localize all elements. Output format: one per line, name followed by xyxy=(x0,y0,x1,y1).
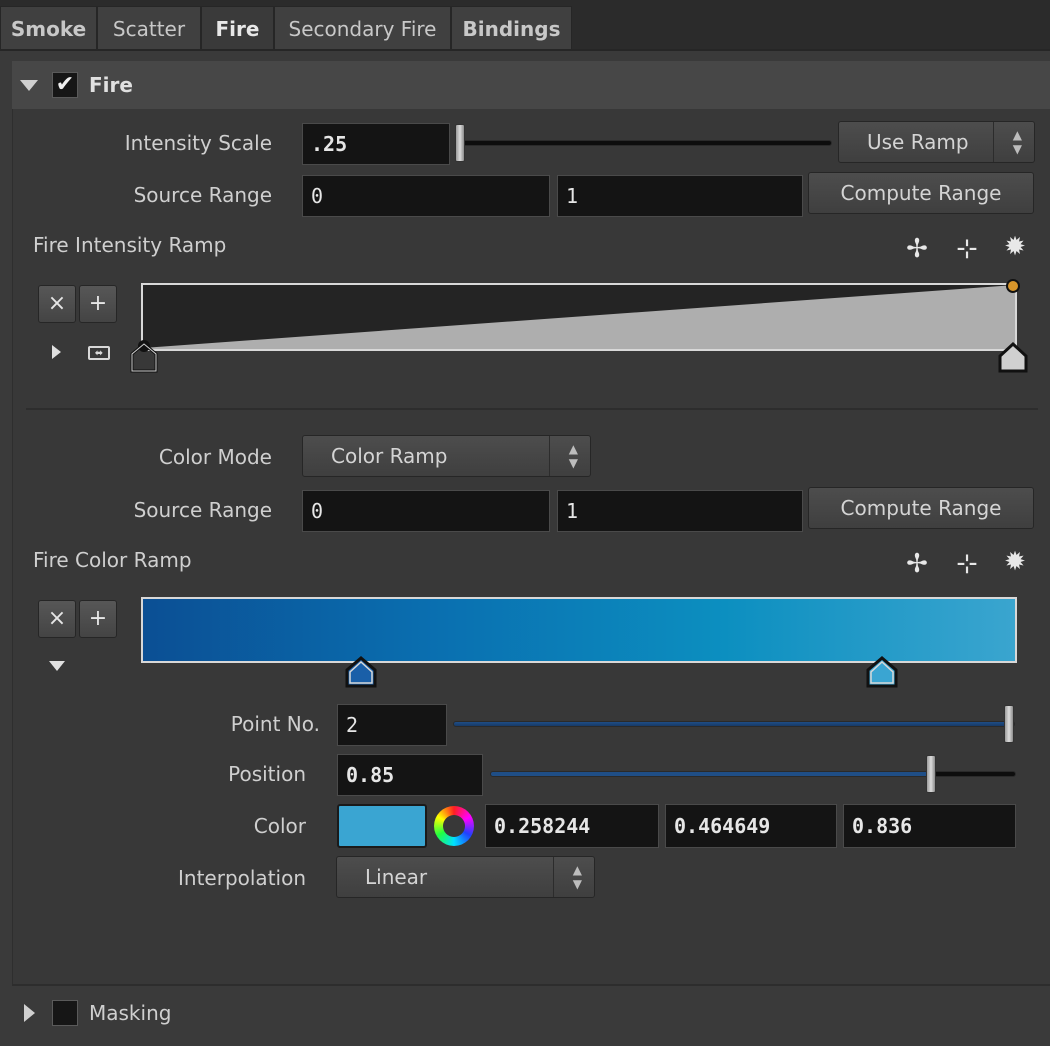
color-ramp-label: Fire Color Ramp xyxy=(33,548,192,572)
fire-folder-title: Fire xyxy=(89,73,133,97)
fire-enable-checkbox[interactable]: ✔ xyxy=(52,72,78,98)
color-mode-menu[interactable]: Color Ramp ▲ ▼ xyxy=(302,435,591,477)
color-b-field[interactable]: 0.836 xyxy=(843,804,1016,848)
intensity-scale-label: Intensity Scale xyxy=(124,131,272,155)
intensity-ramp-graph[interactable] xyxy=(128,276,1038,376)
flip-ramp-icon[interactable]: ⊹ xyxy=(950,234,984,268)
updown-arrows-icon: ▲ ▼ xyxy=(568,442,578,470)
intensity-ramp-label: Fire Intensity Ramp xyxy=(33,233,227,257)
compute-range-button-2[interactable]: Compute Range xyxy=(808,487,1034,529)
expand-triangle-icon-masking[interactable] xyxy=(24,1004,35,1022)
tab-bar: Smoke Scatter Fire Secondary Fire Bindin… xyxy=(0,0,1050,50)
color-r-field[interactable]: 0.258244 xyxy=(485,804,659,848)
add-point-button[interactable]: + xyxy=(79,285,117,323)
intensity-scale-slider[interactable] xyxy=(460,140,832,146)
gear-icon-2[interactable]: ✹ xyxy=(998,547,1032,581)
tab-underline xyxy=(0,49,1050,51)
flip-ramp-icon-2[interactable]: ⊹ xyxy=(950,549,984,583)
point-no-slider-handle[interactable] xyxy=(1004,705,1014,743)
collapse-triangle-icon[interactable] xyxy=(20,80,38,91)
point-no-label: Point No. xyxy=(230,712,320,736)
source-range-min-field[interactable]: 0 xyxy=(302,175,550,217)
gear-icon[interactable]: ✹ xyxy=(998,232,1032,266)
source-range-max-field-2[interactable]: 1 xyxy=(557,490,803,532)
updown-arrows-icon: ▲ ▼ xyxy=(1012,128,1022,156)
color-swatch[interactable] xyxy=(337,804,427,848)
tab-secondary-fire[interactable]: Secondary Fire xyxy=(274,6,451,50)
remove-color-point-button[interactable]: × xyxy=(38,600,76,638)
add-color-point-button[interactable]: + xyxy=(79,600,117,638)
section-divider xyxy=(26,408,1038,410)
interpolation-label: Interpolation xyxy=(178,866,306,890)
intensity-mode-value: Use Ramp xyxy=(867,130,969,154)
compute-range-button[interactable]: Compute Range xyxy=(808,172,1034,214)
point-no-slider[interactable] xyxy=(453,721,1015,727)
color-g-field[interactable]: 0.464649 xyxy=(665,804,837,848)
masking-enable-checkbox[interactable] xyxy=(52,1000,78,1026)
position-slider[interactable] xyxy=(490,771,1016,777)
expand-triangle-icon-2[interactable] xyxy=(49,661,65,671)
color-wheel-icon[interactable] xyxy=(434,806,474,846)
intensity-mode-menu[interactable]: Use Ramp ▲ ▼ xyxy=(838,121,1035,163)
tab-fire[interactable]: Fire xyxy=(201,6,274,50)
fit-ramp-icon[interactable]: ✢ xyxy=(900,234,934,268)
color-mode-value: Color Ramp xyxy=(331,444,448,468)
tab-bindings[interactable]: Bindings xyxy=(451,6,572,50)
folder-divider xyxy=(12,984,1050,986)
color-ramp-keys[interactable] xyxy=(330,652,930,692)
point-no-field[interactable]: 2 xyxy=(337,704,447,746)
source-range-max-field[interactable]: 1 xyxy=(557,175,803,217)
remove-point-button[interactable]: × xyxy=(38,285,76,323)
position-label: Position xyxy=(228,762,306,786)
source-range-label: Source Range xyxy=(133,183,272,207)
color-label: Color xyxy=(253,814,306,838)
tab-smoke[interactable]: Smoke xyxy=(0,6,97,50)
intensity-scale-field[interactable]: .25 xyxy=(302,123,450,165)
fire-folder-header[interactable]: ✔ Fire xyxy=(12,61,1050,109)
intensity-scale-slider-handle[interactable] xyxy=(455,124,465,162)
source-range-min-field-2[interactable]: 0 xyxy=(302,490,550,532)
masking-folder-header[interactable]: Masking xyxy=(12,988,1050,1038)
fit-ramp-icon-2[interactable]: ✢ xyxy=(900,549,934,583)
position-slider-handle[interactable] xyxy=(926,755,936,793)
position-field[interactable]: 0.85 xyxy=(337,754,483,796)
interpolation-value: Linear xyxy=(365,865,428,889)
interpolation-menu[interactable]: Linear ▲ ▼ xyxy=(336,856,595,898)
color-mode-label: Color Mode xyxy=(158,445,272,469)
tab-scatter[interactable]: Scatter xyxy=(97,6,201,50)
masking-folder-title: Masking xyxy=(89,1001,172,1025)
source-range-label-2: Source Range xyxy=(133,498,272,522)
updown-arrows-icon: ▲ ▼ xyxy=(572,863,582,891)
ramp-frame-icon[interactable]: ⬌ xyxy=(88,346,110,360)
expand-triangle-icon[interactable] xyxy=(52,345,61,359)
